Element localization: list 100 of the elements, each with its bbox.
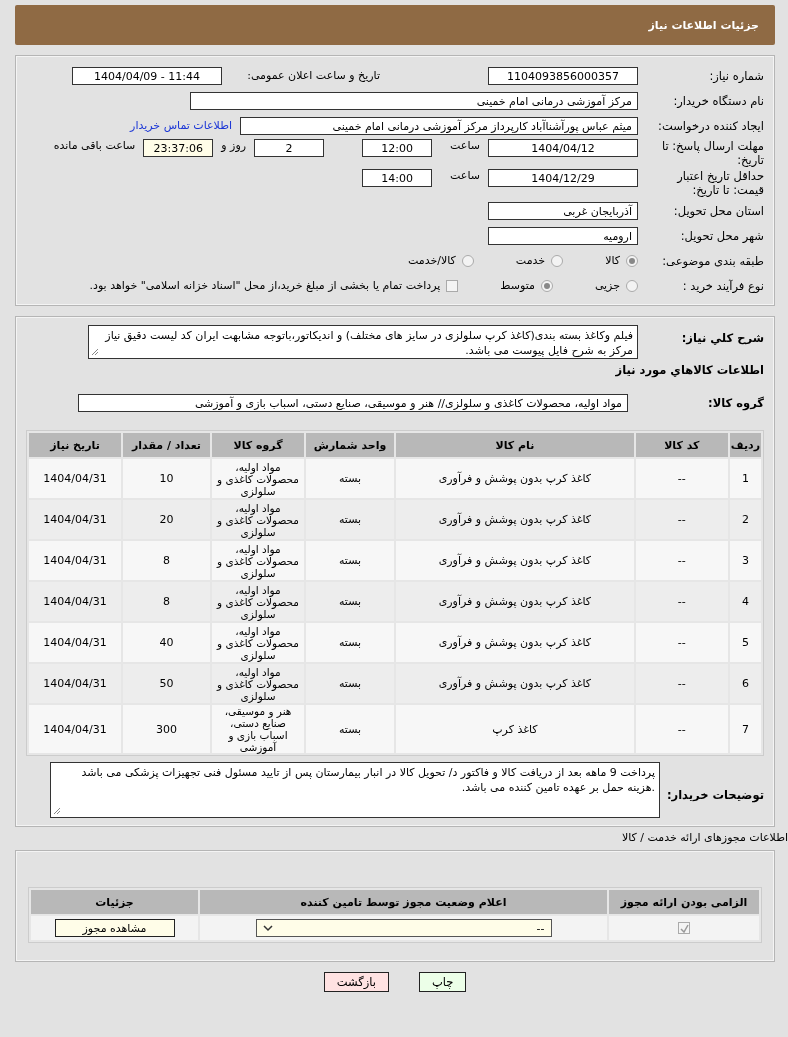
table-cell: کاغذ کرپ بدون پوشش و فرآوری bbox=[396, 541, 634, 580]
table-cell: -- bbox=[635, 582, 728, 621]
table-cell: 1 bbox=[729, 459, 761, 498]
field-label: گروه کالا: bbox=[707, 395, 764, 410]
column-header: گروه کالا bbox=[212, 433, 304, 457]
back-button[interactable]: بازگشت bbox=[323, 972, 389, 992]
validity-date-field: 1404/12/29 bbox=[488, 169, 638, 187]
radio-button[interactable] bbox=[461, 254, 474, 267]
table-cell: بسته bbox=[306, 623, 394, 662]
table-cell: 1404/04/31 bbox=[29, 459, 121, 498]
table-cell: 1404/04/31 bbox=[29, 623, 121, 662]
field-label: ایجاد کننده درخواست: bbox=[657, 118, 764, 133]
buyer-notes-field: پرداخت 9 ماهه بعد از دریافت کالا و فاکتور د/ تحویل کالا در انبار بیمارستان پس از تایید مسئول فنی تجهیزات پزشکی می باشد .هزینه حمل بر عهده تامین کننده می باشد. bbox=[50, 762, 660, 818]
table-cell: مواد اولیه، محصولات کاغذی و سلولزی bbox=[212, 541, 304, 580]
city-field: ارومیه bbox=[488, 226, 638, 245]
field-label: ساعت باقی مانده bbox=[53, 139, 136, 152]
option-label: کالا bbox=[605, 254, 620, 267]
table-cell: بسته bbox=[306, 500, 394, 539]
table-cell: 1404/04/31 bbox=[29, 500, 121, 539]
requester-field: میثم عباس پورآشناآباد کارپرداز مرکز آموزشی درمانی امام خمینی bbox=[240, 116, 638, 135]
table-cell: -- bbox=[635, 500, 728, 539]
table-cell: 7 bbox=[729, 705, 761, 753]
table-cell: 50 bbox=[123, 664, 210, 703]
table-cell: 300 bbox=[123, 705, 210, 753]
validity-time-field: 14:00 bbox=[362, 169, 433, 187]
resize-grip-icon[interactable] bbox=[53, 807, 61, 815]
table-cell: 4 bbox=[729, 582, 761, 621]
column-header: الزامی بودن ارائه مجوز bbox=[609, 890, 759, 914]
column-header: جزئیات bbox=[31, 890, 198, 914]
table-cell: کاغذ کرپ بدون پوشش و فرآوری bbox=[396, 500, 634, 539]
remaining-time-field: 23:37:06 bbox=[143, 139, 214, 157]
table-cell: 10 bbox=[123, 459, 210, 498]
field-label: شهر محل تحویل: bbox=[679, 228, 764, 243]
table-cell: 1404/04/31 bbox=[29, 705, 121, 753]
description-field: فیلم وکاغذ بسته بندی(کاغذ کرپ سلولزی در سایز های مختلف) و اندیکاتور،باتوجه مشابهت ایران کد لیست دقیق نیاز مرکز به شرح فایل پیوست می باشد. bbox=[88, 325, 638, 359]
option-label: کالا/خدمت bbox=[408, 254, 456, 267]
table-cell: -- bbox=[635, 664, 728, 703]
field-label: تاریخ و ساعت اعلان عمومی: bbox=[246, 69, 380, 82]
table-cell: مواد اولیه، محصولات کاغذی و سلولزی bbox=[212, 664, 304, 703]
resize-grip-icon[interactable] bbox=[91, 348, 99, 356]
table-cell: -- bbox=[635, 623, 728, 662]
field-label: نوع فرآیند خرید : bbox=[681, 278, 764, 293]
radio-button[interactable] bbox=[626, 279, 638, 292]
table-cell: بسته bbox=[306, 664, 394, 703]
table-cell: کاغذ کرپ بدون پوشش و فرآوری bbox=[396, 582, 634, 621]
days-field: 2 bbox=[254, 139, 325, 157]
option-label: پرداخت تمام یا بخشی از مبلغ خرید،از محل "اسناد خزانه اسلامی" خواهد بود. bbox=[89, 279, 441, 292]
buyer-org-field: مرکز آموزشی درمانی امام خمینی bbox=[190, 91, 638, 110]
section-title: اطلاعات کالاهاي مورد نیاز bbox=[614, 363, 764, 377]
deadline-date-field: 1404/04/12 bbox=[488, 139, 638, 157]
deadline-time-field: 12:00 bbox=[362, 139, 433, 157]
table-cell: 8 bbox=[123, 582, 210, 621]
table-cell: بسته bbox=[306, 541, 394, 580]
table-cell: -- bbox=[635, 705, 728, 753]
column-header: اعلام وضعیت مجوز توسط تامین کننده bbox=[200, 890, 607, 914]
table-cell: 20 bbox=[123, 500, 210, 539]
checkbox[interactable] bbox=[446, 279, 459, 292]
announce-datetime-field: 1404/04/09 - 11:44 bbox=[72, 66, 222, 85]
need-number-field: 1104093856000357 bbox=[488, 66, 638, 85]
table-cell: 5 bbox=[729, 623, 761, 662]
table-cell: 1404/04/31 bbox=[29, 582, 121, 621]
field-label: شرح کلي نیاز: bbox=[680, 330, 764, 345]
page-header: جزئیات اطلاعات نیاز bbox=[15, 5, 775, 45]
province-field: آذربایجان غربی bbox=[488, 201, 638, 220]
field-label: حداقل تاریخ اعتبار قیمت: تا تاریخ: bbox=[675, 169, 764, 197]
section-title: اطلاعات مجوزهای ارائه خدمت / کالا bbox=[620, 831, 788, 844]
table-cell: 2 bbox=[729, 500, 761, 539]
view-license-button[interactable]: مشاهده مجوز bbox=[54, 919, 175, 937]
table-cell: کاغذ کرپ بدون پوشش و فرآوری bbox=[396, 459, 634, 498]
table-cell: مواد اولیه، محصولات کاغذی و سلولزی bbox=[212, 500, 304, 539]
field-label: ساعت bbox=[450, 139, 480, 152]
field-label: ساعت bbox=[450, 169, 480, 182]
column-header: واحد شمارش bbox=[306, 433, 394, 457]
radio-button[interactable] bbox=[551, 254, 564, 267]
table-cell: کاغذ کرپ bbox=[396, 705, 634, 753]
table-cell: کاغذ کرپ بدون پوشش و فرآوری bbox=[396, 623, 634, 662]
table-cell: مواد اولیه، محصولات کاغذی و سلولزی bbox=[212, 623, 304, 662]
column-header: تعداد / مقدار bbox=[123, 433, 210, 457]
column-header: تاریخ نیاز bbox=[29, 433, 121, 457]
field-label: توضیحات خریدار: bbox=[668, 788, 764, 802]
table-cell: -- bbox=[635, 459, 728, 498]
contact-link[interactable]: اطلاعات تماس خریدار bbox=[130, 119, 232, 132]
table-cell: مواد اولیه، محصولات کاغذی و سلولزی bbox=[212, 459, 304, 498]
option-label: متوسط bbox=[500, 279, 535, 292]
column-header: ردیف bbox=[729, 433, 761, 457]
table-cell: بسته bbox=[306, 459, 394, 498]
radio-button[interactable] bbox=[626, 254, 638, 267]
caret-icon bbox=[262, 924, 273, 932]
field-label: طبقه بندی موضوعی: bbox=[661, 253, 764, 268]
table-cell: 1404/04/31 bbox=[29, 664, 121, 703]
print-button[interactable]: چاپ bbox=[418, 972, 467, 992]
option-label: خدمت bbox=[515, 254, 546, 267]
option-label: جزیی bbox=[594, 279, 620, 292]
field-label: نام دستگاه خریدار: bbox=[672, 93, 764, 108]
column-header: کد کالا bbox=[635, 433, 728, 457]
status-dropdown[interactable]: -- bbox=[255, 919, 552, 937]
table-cell: 6 bbox=[729, 664, 761, 703]
table-cell: 8 bbox=[123, 541, 210, 580]
radio-button[interactable] bbox=[540, 279, 553, 292]
table-cell: -- bbox=[635, 541, 728, 580]
